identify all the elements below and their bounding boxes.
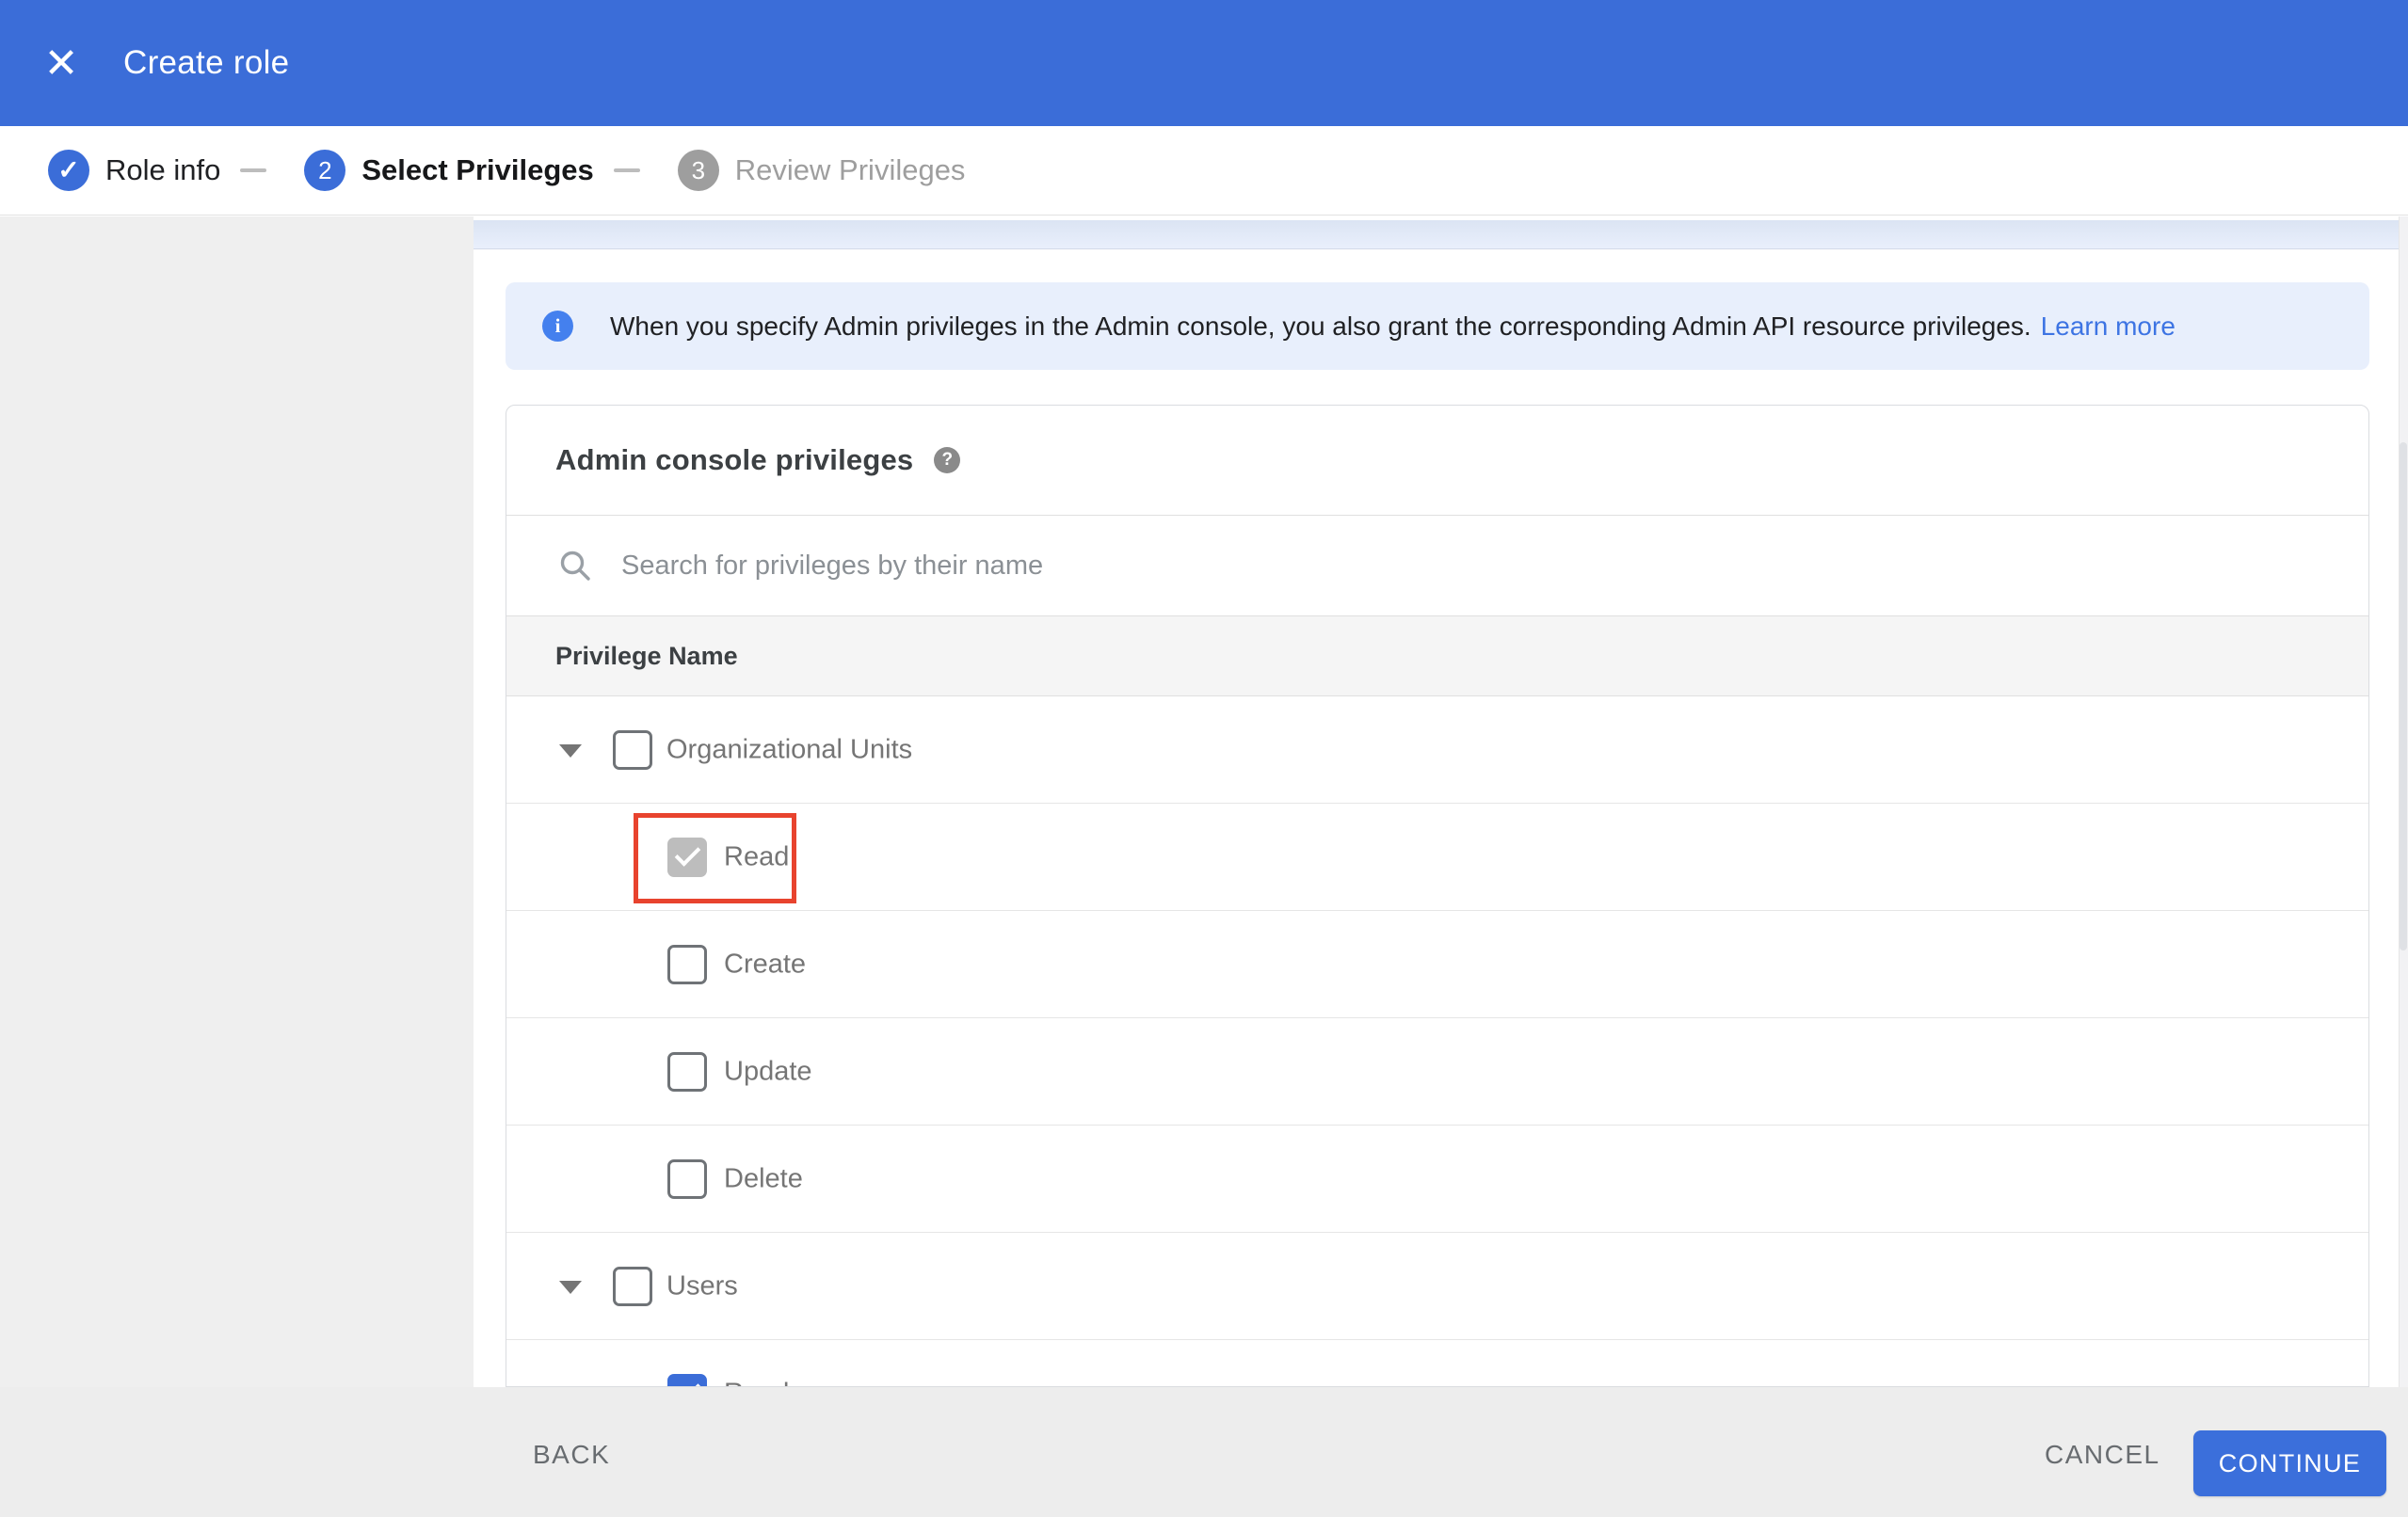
- continue-button[interactable]: CONTINUE: [2193, 1430, 2386, 1496]
- dialog-title: Create role: [123, 44, 290, 81]
- row-label: Users: [666, 1270, 738, 1301]
- step-3-circle[interactable]: 3: [677, 150, 719, 191]
- info-icon: i: [542, 311, 573, 342]
- step-2-label: Select Privileges: [361, 153, 594, 186]
- checkbox-update[interactable]: [667, 1051, 707, 1092]
- app-bar: ✕ Create role: [0, 0, 2408, 126]
- close-icon[interactable]: ✕: [32, 0, 90, 126]
- card-header: Admin console privileges ?: [506, 406, 2368, 515]
- back-button[interactable]: BACK: [533, 1440, 610, 1470]
- checkbox-create[interactable]: [667, 944, 707, 984]
- table-row: Delete: [506, 1126, 2368, 1233]
- step-1-label: Role info: [105, 153, 221, 186]
- privileges-card: Admin console privileges ? Search for pr…: [506, 405, 2369, 1387]
- row-label: Delete: [724, 1163, 803, 1193]
- step-connector: [240, 168, 267, 172]
- checkbox-organizational-units[interactable]: [613, 729, 652, 770]
- cancel-button[interactable]: CANCEL: [2045, 1440, 2160, 1470]
- table-row: Organizational Units: [506, 696, 2368, 804]
- step-3-label: Review Privileges: [734, 153, 966, 186]
- step-2-number: 2: [318, 155, 332, 184]
- banner-text: When you specify Admin privileges in the…: [610, 311, 2031, 341]
- check-icon: ✓: [57, 155, 80, 184]
- checkbox-read[interactable]: [667, 837, 707, 877]
- scrollbar-thumb[interactable]: [2400, 442, 2407, 950]
- search-input[interactable]: Search for privileges by their name: [506, 516, 2368, 615]
- checkbox-delete[interactable]: [667, 1158, 707, 1199]
- table-row: Users: [506, 1233, 2368, 1340]
- chevron-down-icon[interactable]: [559, 743, 582, 758]
- scrolled-content-edge: [474, 220, 2399, 249]
- step-connector: [613, 168, 640, 172]
- row-label: Update: [724, 1056, 812, 1086]
- step-3-number: 3: [691, 155, 706, 184]
- scrollbar[interactable]: [2399, 216, 2408, 1387]
- chevron-down-icon[interactable]: [559, 1280, 582, 1294]
- table-row: Update: [506, 1018, 2368, 1126]
- step-2-circle[interactable]: 2: [304, 150, 346, 191]
- checkbox-users-read[interactable]: [667, 1373, 707, 1386]
- row-label: Create: [724, 949, 807, 979]
- help-icon[interactable]: ?: [934, 447, 961, 473]
- table-row: Create: [506, 911, 2368, 1018]
- search-placeholder: Search for privileges by their name: [621, 550, 1044, 581]
- checkbox-users[interactable]: [613, 1266, 652, 1306]
- card-title: Admin console privileges: [555, 443, 914, 476]
- table-row: Read: [506, 1340, 2368, 1386]
- info-banner: i When you specify Admin privileges in t…: [506, 282, 2369, 370]
- row-label: Read: [724, 841, 790, 871]
- row-label: Organizational Units: [666, 734, 913, 764]
- step-1-circle[interactable]: ✓: [48, 150, 89, 191]
- learn-more-link[interactable]: Learn more: [2041, 311, 2175, 342]
- row-label: Read: [724, 1378, 789, 1386]
- left-sidebar: [0, 216, 474, 1387]
- table-row: Read: [506, 804, 2368, 911]
- stepper: ✓ Role info 2 Select Privileges 3 Review…: [0, 126, 2408, 216]
- column-header-privilege-name: Privilege Name: [506, 615, 2368, 696]
- search-icon: [560, 551, 590, 581]
- column-header-label: Privilege Name: [555, 641, 738, 670]
- create-role-dialog: ✕ Create role ✓ Role info 2 Select Privi…: [0, 0, 2408, 1517]
